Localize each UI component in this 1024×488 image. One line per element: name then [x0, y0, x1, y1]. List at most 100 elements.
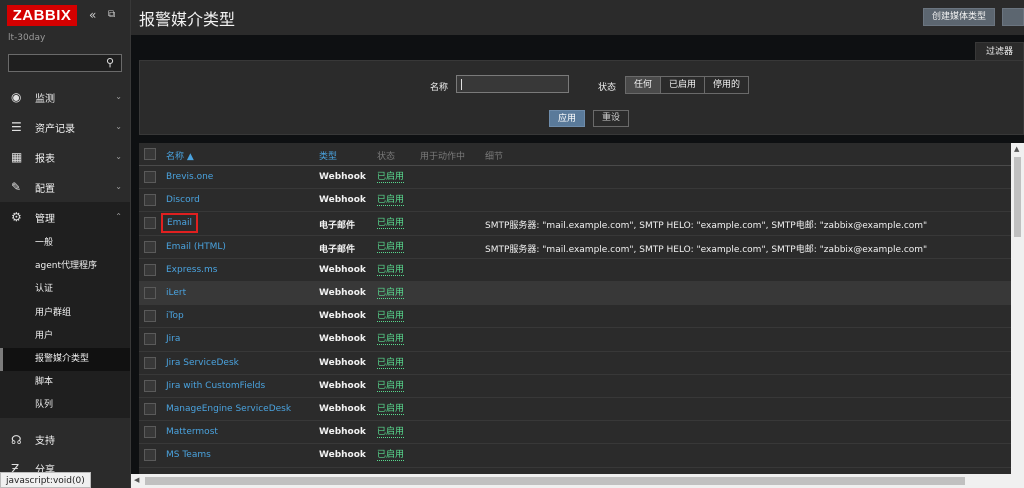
- collapse-sidebar-icon[interactable]: «: [89, 9, 96, 21]
- media-type-type: Webhook: [319, 380, 366, 391]
- sidebar: ZABBIX « ⧉ lt-30day ⚲ ◉ 监测 ⌄ ☰ 资产记录 ⌄ ▦ …: [0, 0, 131, 488]
- horizontal-scrollbar[interactable]: ◀: [131, 474, 1011, 488]
- status-option-enabled[interactable]: 已启用: [661, 77, 706, 93]
- horizontal-scrollbar-thumb[interactable]: [145, 477, 965, 485]
- row-checkbox[interactable]: [144, 426, 156, 439]
- table-row: Mattermost Webhook 已启用: [139, 421, 1011, 445]
- row-checkbox[interactable]: [144, 240, 156, 253]
- table-row: Brevis.one Webhook 已启用: [139, 166, 1011, 190]
- media-type-status-toggle[interactable]: 已启用: [377, 265, 405, 276]
- kiosk-mode-icon[interactable]: ⧉: [108, 9, 115, 21]
- media-type-status-toggle[interactable]: 已启用: [377, 311, 405, 323]
- search-input[interactable]: ⚲: [8, 54, 122, 72]
- media-type-details: SMTP服务器: "mail.example.com", SMTP HELO: …: [485, 244, 928, 255]
- table-header: 名称 ▲ 类型 状态 用于动作中 细节: [139, 143, 1011, 166]
- table-row: Jira ServiceDesk Webhook 已启用: [139, 352, 1011, 375]
- name-filter-label: 名称: [430, 83, 449, 93]
- row-checkbox[interactable]: [144, 379, 156, 392]
- import-button[interactable]: [1002, 8, 1024, 26]
- chevron-down-icon: ⌄: [115, 122, 122, 131]
- row-checkbox[interactable]: [144, 356, 156, 369]
- media-type-status-toggle[interactable]: 已启用: [377, 195, 405, 207]
- media-type-status-toggle[interactable]: 已启用: [377, 427, 405, 439]
- scroll-left-arrow-icon[interactable]: ◀: [134, 476, 139, 484]
- submenu-item-proxies[interactable]: agent代理程序: [0, 255, 130, 278]
- page-header: 报警媒介类型 创建媒体类型: [131, 0, 1024, 35]
- select-all-checkbox[interactable]: [144, 148, 156, 160]
- media-type-name-link[interactable]: Jira ServiceDesk: [166, 358, 239, 368]
- table-row: ManageEngine ServiceDesk Webhook 已启用: [139, 398, 1011, 422]
- media-type-status-toggle[interactable]: 已启用: [377, 381, 405, 392]
- media-type-status-toggle[interactable]: 已启用: [377, 288, 405, 299]
- media-type-status-toggle[interactable]: 已启用: [377, 218, 405, 230]
- app-window: ZABBIX « ⧉ lt-30day ⚲ ◉ 监测 ⌄ ☰ 资产记录 ⌄ ▦ …: [0, 0, 1024, 488]
- media-type-type: Webhook: [319, 404, 366, 414]
- media-type-status-toggle[interactable]: 已启用: [377, 404, 405, 415]
- zabbix-logo[interactable]: ZABBIX: [7, 5, 77, 26]
- media-type-name-link[interactable]: Mattermost: [166, 427, 218, 437]
- media-type-status-toggle[interactable]: 已启用: [377, 334, 405, 346]
- media-type-name-link[interactable]: Express.ms: [166, 265, 217, 275]
- scrollbar-thumb[interactable]: [1014, 157, 1021, 237]
- media-type-type: Webhook: [319, 311, 366, 322]
- table-row: Email (HTML) 电子邮件 已启用 SMTP服务器: "mail.exampl…: [139, 236, 1011, 259]
- table-row: iLert Webhook 已启用: [139, 282, 1011, 306]
- media-type-status-toggle[interactable]: 已启用: [377, 358, 405, 369]
- media-type-name-link[interactable]: Jira with CustomFields: [166, 381, 265, 391]
- row-checkbox[interactable]: [144, 333, 156, 346]
- media-type-name-link[interactable]: MS Teams: [166, 450, 211, 460]
- table-row: MS Teams Webhook 已启用: [139, 444, 1011, 468]
- menu-item-monitoring[interactable]: ◉ 监测 ⌄: [0, 82, 130, 112]
- row-checkbox[interactable]: [144, 287, 156, 299]
- column-header-used-in-actions: 用于动作中: [420, 152, 466, 162]
- menu-item-label: 配置: [35, 183, 55, 195]
- menu-item-support[interactable]: ☊ 支持: [0, 425, 130, 454]
- column-header-name[interactable]: 名称 ▲: [166, 149, 194, 162]
- media-type-type: 电子邮件: [319, 221, 356, 232]
- table-row: Email 电子邮件 已启用 SMTP服务器: "mail.example.com",…: [139, 212, 1011, 236]
- row-checkbox[interactable]: [144, 217, 156, 230]
- wrench-icon: ✎: [11, 180, 22, 194]
- menu-item-configuration[interactable]: ✎ 配置 ⌄: [0, 172, 130, 202]
- status-option-any[interactable]: 任何: [626, 77, 662, 93]
- row-checkbox[interactable]: [144, 263, 156, 276]
- menu-item-reports[interactable]: ▦ 报表 ⌄: [0, 142, 130, 172]
- status-filter-segmented: 任何 已启用 停用的: [625, 76, 750, 94]
- scroll-up-arrow-icon[interactable]: ▲: [1014, 145, 1019, 153]
- submenu-item-queue[interactable]: 队列: [0, 394, 130, 417]
- menu-item-administration[interactable]: ⚙ 管理 ⌃: [0, 202, 130, 232]
- reset-button[interactable]: 重设: [593, 110, 629, 127]
- media-type-name-link[interactable]: iLert: [166, 288, 186, 298]
- submenu-item-scripts[interactable]: 脚本: [0, 371, 130, 394]
- row-checkbox[interactable]: [144, 310, 156, 323]
- media-type-name-link[interactable]: Discord: [166, 195, 200, 205]
- media-type-name-link[interactable]: Email: [161, 213, 198, 234]
- name-filter-input[interactable]: [456, 75, 569, 93]
- submenu-item-general[interactable]: 一般: [0, 232, 130, 255]
- row-checkbox[interactable]: [144, 449, 156, 462]
- menu-item-label: 支持: [35, 436, 55, 447]
- media-type-status-toggle[interactable]: 已启用: [377, 450, 405, 462]
- menu-item-inventory[interactable]: ☰ 资产记录 ⌄: [0, 112, 130, 142]
- filter-tab[interactable]: 过滤器: [975, 42, 1024, 61]
- media-type-status-toggle[interactable]: 已启用: [377, 172, 405, 183]
- submenu-item-authentication[interactable]: 认证: [0, 278, 130, 301]
- media-type-name-link[interactable]: Brevis.one: [166, 172, 213, 182]
- search-icon[interactable]: ⚲: [106, 57, 118, 69]
- create-media-type-button[interactable]: 创建媒体类型: [923, 8, 996, 26]
- media-type-name-link[interactable]: iTop: [166, 311, 184, 321]
- media-type-status-toggle[interactable]: 已启用: [377, 242, 405, 253]
- media-type-name-link[interactable]: Jira: [166, 334, 180, 344]
- media-type-name-link[interactable]: Email (HTML): [166, 242, 226, 252]
- row-checkbox[interactable]: [144, 194, 156, 207]
- media-type-name-link[interactable]: ManageEngine ServiceDesk: [166, 404, 291, 414]
- column-header-type[interactable]: 类型: [319, 149, 337, 162]
- apply-button[interactable]: 应用: [549, 110, 585, 127]
- submenu-item-users[interactable]: 用户: [0, 325, 130, 348]
- vertical-scrollbar[interactable]: ▲: [1011, 143, 1024, 488]
- status-option-disabled[interactable]: 停用的: [705, 77, 749, 93]
- row-checkbox[interactable]: [144, 403, 156, 415]
- submenu-item-media-types[interactable]: 报警媒介类型: [0, 347, 130, 372]
- submenu-item-user-groups[interactable]: 用户群组: [0, 302, 130, 325]
- row-checkbox[interactable]: [144, 171, 156, 183]
